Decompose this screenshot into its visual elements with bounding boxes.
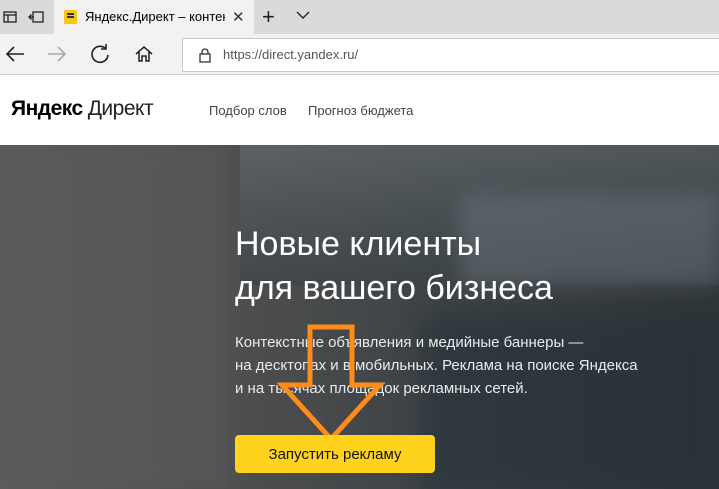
active-tab[interactable]: Яндекс.Директ – контекстная реклама ✕: [54, 0, 254, 34]
home-button[interactable]: [131, 41, 157, 67]
refresh-icon: [91, 44, 109, 64]
refresh-button[interactable]: [87, 41, 113, 67]
address-bar[interactable]: https://direct.yandex.ru/: [182, 38, 719, 72]
tab-actions-icon[interactable]: [0, 7, 20, 27]
forward-arrow-icon: [48, 46, 67, 62]
chevron-down-icon[interactable]: [296, 8, 310, 22]
hero-title: Новые клиенты для вашего бизнеса: [235, 222, 705, 310]
address-toolbar: https://direct.yandex.ru/: [0, 34, 719, 75]
url-text[interactable]: https://direct.yandex.ru/: [223, 47, 358, 62]
launch-ad-button[interactable]: Запустить рекламу: [235, 435, 435, 473]
site-favicon-icon: [64, 10, 77, 24]
tab-bar: Яндекс.Директ – контекстная реклама ✕ +: [0, 0, 719, 34]
close-tab-icon[interactable]: ✕: [232, 8, 245, 26]
hero-banner: Новые клиенты для вашего бизнеса Контекс…: [0, 145, 719, 489]
back-button[interactable]: [2, 41, 28, 67]
logo-product: Директ: [87, 97, 154, 120]
hero-background-left: [0, 145, 230, 489]
hero-title-line: Новые клиенты: [235, 225, 482, 263]
new-tab-button[interactable]: +: [262, 4, 275, 30]
home-icon: [135, 46, 153, 62]
back-arrow-icon: [5, 46, 24, 62]
annotation-arrow-down-icon: [276, 324, 386, 443]
logo-brand: Яндекс: [11, 97, 83, 120]
nav-link-budget-forecast[interactable]: Прогноз бюджета: [308, 103, 413, 118]
yandex-direct-logo[interactable]: Яндекс Директ: [11, 97, 154, 121]
forward-button[interactable]: [44, 41, 70, 67]
lock-icon: [199, 48, 211, 63]
hero-title-line: для вашего бизнеса: [235, 269, 553, 307]
tab-title: Яндекс.Директ – контекстная реклама: [85, 9, 225, 24]
set-aside-tabs-icon[interactable]: [26, 7, 46, 27]
site-header: Яндекс Директ Подбор слов Прогноз бюджета: [0, 75, 719, 145]
nav-link-word-selection[interactable]: Подбор слов: [209, 103, 287, 118]
